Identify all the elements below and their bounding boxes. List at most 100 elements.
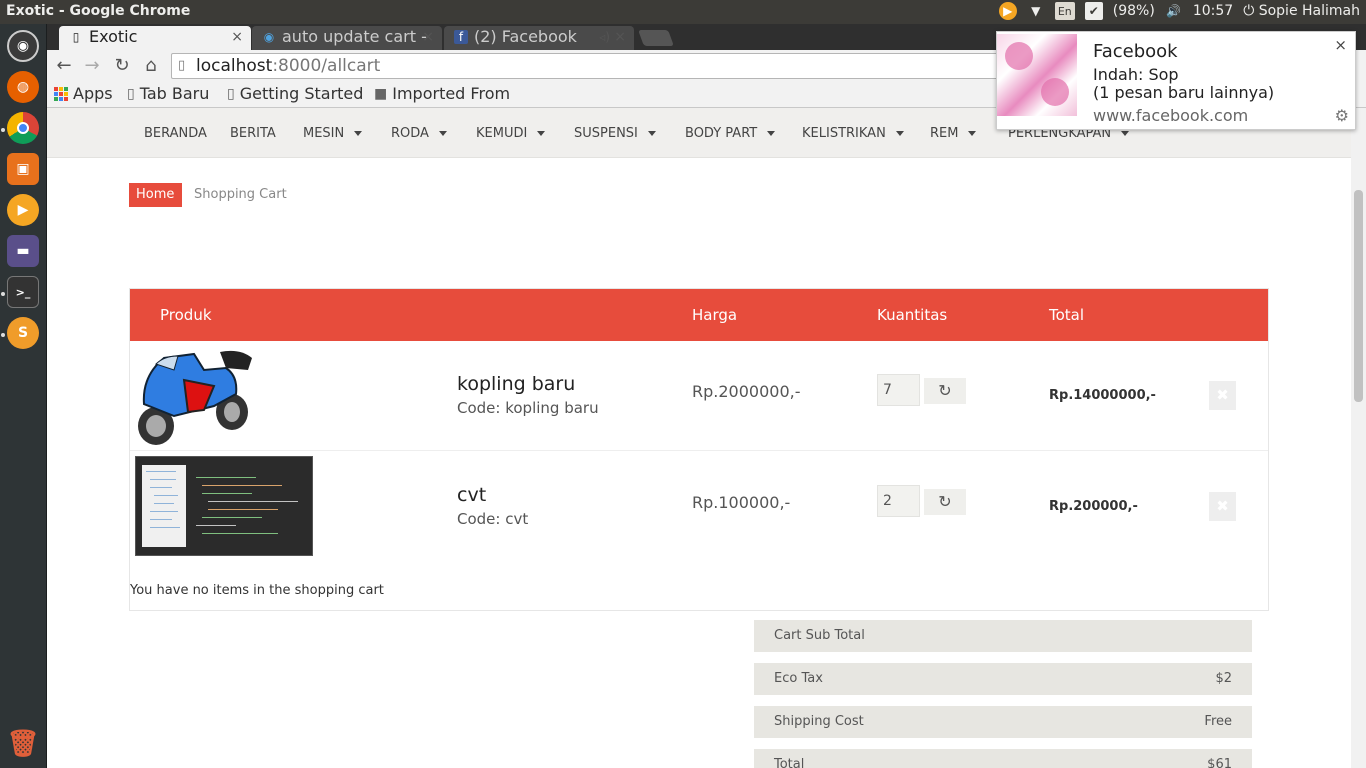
remove-icon[interactable]: ✖: [1209, 492, 1236, 521]
page-icon: ▯: [72, 30, 80, 44]
product-code: Code: cvt: [457, 510, 529, 528]
nav-kemudi[interactable]: KEMUDI: [476, 126, 546, 141]
nav-body-part[interactable]: BODY PART: [685, 126, 776, 141]
eco-tax-label: Eco Tax: [774, 671, 823, 686]
total-value: $61: [1207, 757, 1232, 768]
page-icon: ▯: [227, 85, 235, 102]
breadcrumb-home[interactable]: Home: [129, 183, 183, 207]
notification-site: www.facebook.com: [1093, 106, 1249, 125]
total-label: Total: [774, 757, 805, 768]
keyboard-layout-indicator[interactable]: En: [1054, 2, 1075, 20]
remove-icon[interactable]: ✖: [1209, 381, 1236, 410]
product-name[interactable]: kopling baru: [457, 373, 575, 395]
facebook-icon: f: [454, 30, 468, 44]
empty-cart-message: You have no items in the shopping cart: [130, 583, 384, 598]
bookmark-folder-imported[interactable]: ■ Imported From: [374, 84, 510, 103]
new-tab-button[interactable]: [638, 30, 674, 46]
nav-beranda[interactable]: BERANDA: [144, 126, 207, 141]
audio-icon[interactable]: ◃): [599, 26, 610, 48]
page-content: BERANDA BERITA MESIN RODA KEMUDI SUSPENS…: [47, 108, 1351, 768]
subtotal-label: Cart Sub Total: [774, 628, 865, 643]
page-info-icon[interactable]: ▯: [178, 54, 185, 78]
bookmark-apps[interactable]: Apps: [54, 84, 113, 103]
url-path: :8000/allcart: [272, 56, 381, 76]
volume-icon[interactable]: 🔊: [1165, 2, 1183, 20]
tab-facebook[interactable]: f (2) Facebook ◃) ×: [444, 26, 634, 50]
refresh-icon[interactable]: ↻: [924, 489, 966, 515]
bookmark-getting-started[interactable]: ▯ Getting Started: [227, 84, 362, 103]
home-button[interactable]: ⌂: [139, 54, 163, 78]
close-icon[interactable]: ×: [422, 26, 434, 48]
summary-subtotal: Cart Sub Total: [754, 620, 1252, 652]
product-name[interactable]: cvt: [457, 484, 486, 506]
bookmark-label: Apps: [73, 84, 113, 103]
facebook-notification[interactable]: Facebook Indah: Sop (1 pesan baru lainny…: [996, 31, 1356, 130]
running-indicator: [1, 128, 5, 132]
table-row: kopling baru Code: kopling baru Rp.20000…: [130, 341, 1268, 451]
system-tray: ▶ ▼ En ✔ (98%) 🔊 10:57 ⏻ Sopie Halimah: [998, 2, 1360, 20]
caret-down-icon: [767, 131, 776, 136]
scrollbar-thumb[interactable]: [1354, 190, 1363, 402]
forward-button[interactable]: →: [80, 54, 104, 78]
clock[interactable]: 10:57: [1193, 3, 1233, 19]
software-center-icon[interactable]: ▣: [7, 153, 39, 185]
media-player-icon[interactable]: ▶: [7, 194, 39, 226]
product-price: Rp.2000000,-: [692, 382, 801, 401]
tab-title: auto update cart -: [282, 27, 427, 46]
caret-down-icon: [968, 131, 977, 136]
running-indicator: [1, 333, 5, 337]
back-button[interactable]: ←: [52, 54, 76, 78]
web-icon: ◉: [263, 30, 275, 44]
page-scrollbar[interactable]: [1351, 108, 1366, 768]
nav-suspensi[interactable]: SUSPENSI: [574, 126, 656, 141]
wifi-icon[interactable]: ▼: [1027, 2, 1045, 20]
running-indicator: [1, 292, 5, 296]
media-indicator-icon[interactable]: ▶: [998, 2, 1017, 20]
breadcrumb-current: Shopping Cart: [194, 187, 287, 202]
firefox-icon[interactable]: ◍: [7, 71, 39, 103]
header-price: Harga: [692, 306, 738, 324]
nav-kelistrikan[interactable]: KELISTRIKAN: [802, 126, 904, 141]
bookmark-label: Imported From: [392, 84, 511, 103]
gear-icon[interactable]: ⚙: [1335, 106, 1349, 125]
product-image[interactable]: [134, 346, 258, 448]
bookmark-tab-baru[interactable]: ▯ Tab Baru: [127, 84, 209, 103]
tab-auto-update-cart[interactable]: ◉ auto update cart - ×: [252, 26, 442, 50]
terminal-icon[interactable]: >_: [7, 276, 39, 308]
window-title: Exotic - Google Chrome: [6, 3, 191, 19]
bookmark-label: Tab Baru: [139, 84, 210, 103]
folder-icon: ■: [374, 85, 388, 102]
summary-shipping: Shipping Cost Free: [754, 706, 1252, 738]
shipping-value: Free: [1204, 714, 1232, 729]
trash-icon[interactable]: 🗑: [7, 728, 40, 760]
caret-down-icon: [895, 131, 904, 136]
sublime-text-icon[interactable]: S: [7, 317, 39, 349]
bookmark-label: Getting Started: [239, 84, 362, 103]
summary-eco-tax: Eco Tax $2: [754, 663, 1252, 695]
nav-mesin[interactable]: MESIN: [303, 126, 363, 141]
notification-line1: Indah: Sop: [1093, 65, 1179, 84]
ubuntu-dash-icon[interactable]: ◉: [7, 30, 39, 62]
user-name: Sopie Halimah: [1258, 3, 1360, 19]
power-icon: ⏻: [1243, 3, 1255, 19]
tab-exotic[interactable]: ▯ Exotic ×: [59, 26, 251, 50]
nav-roda[interactable]: RODA: [391, 126, 447, 141]
close-icon[interactable]: ×: [231, 26, 243, 48]
quantity-input[interactable]: 7: [877, 374, 920, 406]
update-indicator-icon[interactable]: ✔: [1084, 2, 1103, 20]
reload-button[interactable]: ↻: [110, 54, 134, 78]
nav-rem[interactable]: REM: [930, 126, 977, 141]
product-image[interactable]: [135, 456, 313, 556]
notification-body: Indah: Sop (1 pesan baru lainnya): [1093, 66, 1274, 102]
chrome-icon[interactable]: [7, 112, 39, 144]
close-icon[interactable]: ×: [614, 26, 626, 48]
files-icon[interactable]: ▬: [7, 235, 39, 267]
refresh-icon[interactable]: ↻: [924, 378, 966, 404]
close-icon[interactable]: ×: [1334, 36, 1347, 54]
product-code: Code: kopling baru: [457, 399, 599, 417]
page-icon: ▯: [127, 85, 135, 102]
battery-level[interactable]: (98%): [1113, 3, 1155, 19]
user-menu[interactable]: ⏻ Sopie Halimah: [1243, 3, 1360, 19]
quantity-input[interactable]: 2: [877, 485, 920, 517]
nav-berita[interactable]: BERITA: [230, 126, 276, 141]
